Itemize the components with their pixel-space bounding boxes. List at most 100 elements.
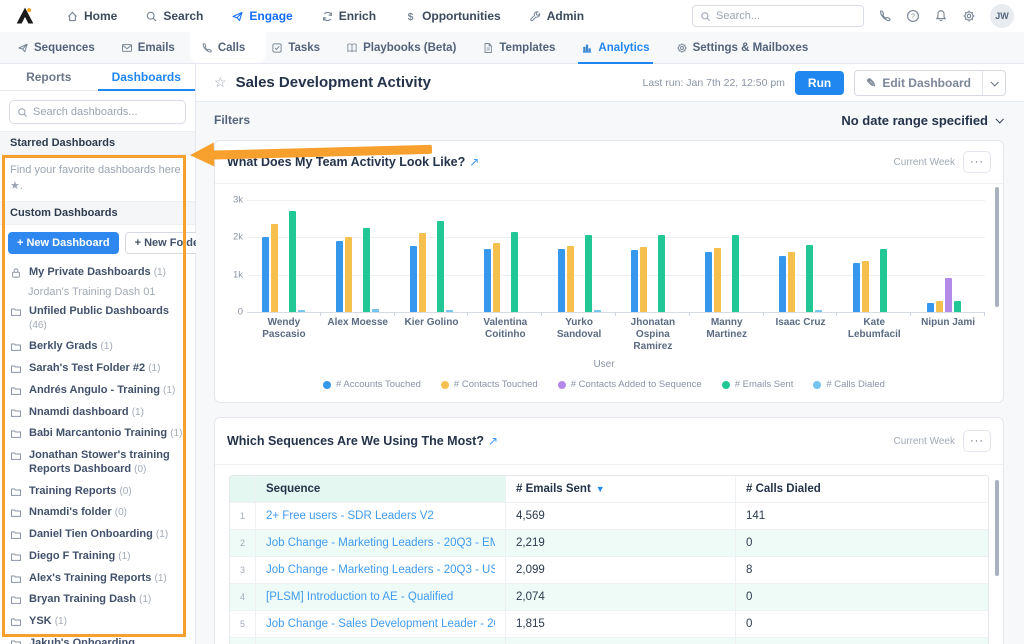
- activity-card-title[interactable]: What Does My Team Activity Look Like?: [227, 155, 465, 169]
- bar[interactable]: [262, 237, 269, 312]
- bar[interactable]: [732, 235, 739, 312]
- bar[interactable]: [511, 232, 518, 312]
- bar[interactable]: [558, 249, 565, 312]
- bar[interactable]: [880, 249, 887, 312]
- bar[interactable]: [336, 241, 343, 312]
- folder-item[interactable]: Alex's Training Reports (1): [0, 568, 195, 590]
- bar[interactable]: [298, 310, 305, 312]
- bar[interactable]: [446, 310, 453, 312]
- bar[interactable]: [585, 235, 592, 312]
- column-header-calls-dialed[interactable]: # Calls Dialed: [736, 476, 988, 502]
- phone-icon[interactable]: [878, 9, 892, 23]
- top-nav-item-opportunities[interactable]: $Opportunities: [390, 0, 515, 32]
- external-link-icon[interactable]: ↗: [488, 434, 498, 448]
- folder-item[interactable]: Training Reports (0): [0, 481, 195, 503]
- bar[interactable]: [631, 250, 638, 312]
- bar[interactable]: [927, 303, 934, 312]
- star-icon[interactable]: ☆: [214, 74, 227, 91]
- top-nav-item-search[interactable]: Search: [131, 0, 217, 32]
- folder-item[interactable]: Andrés Angulo - Training (1): [0, 380, 195, 402]
- bar[interactable]: [705, 252, 712, 312]
- tab-dashboards[interactable]: Dashboards: [98, 64, 196, 90]
- date-range-selector[interactable]: No date range specified: [841, 113, 1002, 128]
- bar[interactable]: [437, 221, 444, 312]
- folder-item[interactable]: Daniel Tien Onboarding (1): [0, 524, 195, 546]
- folder-item[interactable]: Babi Marcantonio Training (1): [0, 423, 195, 445]
- folder-item[interactable]: Jakub's Onboarding Dashboard (1): [0, 633, 195, 644]
- external-link-icon[interactable]: ↗: [469, 155, 479, 169]
- sequence-link[interactable]: Job Change - Marketing Leaders - 20Q3 - …: [266, 564, 495, 576]
- bar[interactable]: [410, 246, 417, 312]
- bar[interactable]: [271, 224, 278, 312]
- bar[interactable]: [372, 309, 379, 312]
- dashboard-search[interactable]: [9, 100, 186, 124]
- legend-item[interactable]: # Contacts Added to Sequence: [558, 379, 702, 390]
- sub-nav-item-calls[interactable]: Calls: [188, 32, 259, 63]
- folder-item[interactable]: Sarah's Test Folder #2 (1): [0, 358, 195, 380]
- bar[interactable]: [806, 245, 813, 312]
- bar[interactable]: [658, 235, 665, 312]
- gear-icon[interactable]: [962, 9, 976, 23]
- top-nav-item-home[interactable]: Home: [52, 0, 131, 32]
- sequence-link[interactable]: Job Change - Sales Development Leader - …: [266, 618, 495, 630]
- column-header-emails-sent[interactable]: # Emails Sent▼: [506, 476, 736, 502]
- sub-nav-item-emails[interactable]: Emails: [108, 32, 188, 63]
- legend-item[interactable]: # Accounts Touched: [323, 379, 421, 390]
- sequence-link[interactable]: 2+ Free users - SDR Leaders V2: [266, 510, 434, 522]
- run-button[interactable]: Run: [795, 71, 844, 95]
- global-search[interactable]: [692, 5, 864, 27]
- folder-item[interactable]: Nnamdi's folder (0): [0, 502, 195, 524]
- tab-reports[interactable]: Reports: [0, 64, 98, 90]
- dashboard-item[interactable]: Jordan's Training Dash 01: [0, 284, 195, 301]
- sub-nav-item-templates[interactable]: Templates: [469, 32, 568, 63]
- sequence-link[interactable]: Job Change - Marketing Leaders - 20Q3 - …: [266, 537, 495, 549]
- bar[interactable]: [594, 310, 601, 312]
- sub-nav-item-tasks[interactable]: Tasks: [258, 32, 333, 63]
- bar[interactable]: [484, 249, 491, 312]
- legend-item[interactable]: # Emails Sent: [722, 379, 794, 390]
- folder-item[interactable]: Bryan Training Dash (1): [0, 589, 195, 611]
- legend-item[interactable]: # Contacts Touched: [441, 379, 538, 390]
- bar[interactable]: [936, 301, 943, 312]
- bar[interactable]: [289, 211, 296, 312]
- bar[interactable]: [419, 233, 426, 312]
- bar[interactable]: [567, 246, 574, 312]
- folder-item[interactable]: Diego F Training (1): [0, 546, 195, 568]
- avatar[interactable]: JW: [990, 4, 1014, 28]
- edit-dashboard-main[interactable]: ✎Edit Dashboard: [855, 71, 982, 95]
- bar[interactable]: [493, 243, 500, 312]
- folder-item[interactable]: Unfiled Public Dashboards (46): [0, 301, 195, 337]
- sub-nav-item-sequences[interactable]: Sequences: [4, 32, 108, 63]
- apollo-logo-icon[interactable]: [14, 5, 36, 27]
- global-search-input[interactable]: [716, 10, 856, 22]
- bar[interactable]: [945, 278, 952, 312]
- bar[interactable]: [363, 228, 370, 312]
- bell-icon[interactable]: [934, 9, 948, 23]
- top-nav-item-enrich[interactable]: Enrich: [307, 0, 390, 32]
- bar[interactable]: [853, 263, 860, 312]
- edit-dashboard-caret[interactable]: [982, 71, 1005, 95]
- folder-item[interactable]: My Private Dashboards (1): [0, 262, 195, 284]
- folder-item[interactable]: Jonathan Stower's training Reports Dashb…: [0, 445, 195, 481]
- help-icon[interactable]: ?: [906, 9, 920, 23]
- sub-nav-item-settings-mailboxes[interactable]: Settings & Mailboxes: [663, 32, 822, 63]
- column-header-sequence[interactable]: Sequence: [256, 476, 506, 502]
- bar[interactable]: [779, 256, 786, 312]
- bar[interactable]: [345, 237, 352, 312]
- top-nav-item-admin[interactable]: Admin: [515, 0, 598, 32]
- sequence-link[interactable]: [PLSM] Introduction to AE - Qualified: [266, 591, 453, 603]
- bar[interactable]: [954, 301, 961, 312]
- folder-item[interactable]: YSK (1): [0, 611, 195, 633]
- card-scrollbar[interactable]: [995, 187, 999, 307]
- dashboard-search-input[interactable]: [33, 106, 178, 118]
- sub-nav-item-analytics[interactable]: Analytics: [568, 32, 662, 63]
- sub-nav-item-playbooks-beta-[interactable]: Playbooks (Beta): [333, 32, 469, 63]
- folder-item[interactable]: Berkly Grads (1): [0, 336, 195, 358]
- sequences-more-button[interactable]: ···: [963, 430, 991, 452]
- bar[interactable]: [815, 310, 822, 312]
- bar[interactable]: [862, 261, 869, 312]
- activity-more-button[interactable]: ···: [963, 151, 991, 173]
- top-nav-item-engage[interactable]: Engage: [217, 0, 306, 32]
- legend-item[interactable]: # Calls Dialed: [813, 379, 885, 390]
- bar[interactable]: [788, 252, 795, 312]
